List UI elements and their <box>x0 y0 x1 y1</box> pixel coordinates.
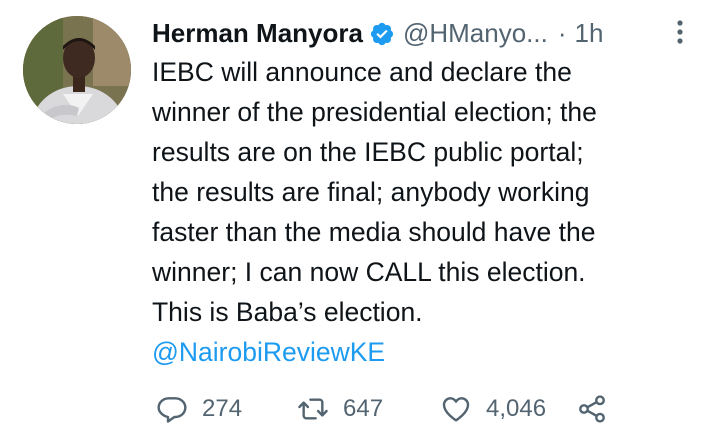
tweet-card[interactable]: Herman Manyora @HManyo... · 1h IEBC will… <box>0 0 720 436</box>
more-vertical-icon[interactable] <box>671 19 689 45</box>
tweet-text-line: results are on the IEBC public portal; <box>152 137 584 167</box>
like-count: 4,046 <box>486 395 547 422</box>
author-handle[interactable]: @HManyo... <box>403 15 548 51</box>
tweet-text: IEBC will announce and declare the winne… <box>152 52 712 372</box>
like-button[interactable]: 4,046 <box>440 390 546 428</box>
heart-icon <box>442 397 470 422</box>
tweet-text-line: the results are final; anybody working <box>152 177 590 207</box>
reply-button[interactable]: 274 <box>156 390 242 428</box>
reply-count: 274 <box>202 395 243 422</box>
share-button[interactable] <box>576 390 608 428</box>
tweet-text-line: winner of the presidential election; the <box>152 97 597 127</box>
retweet-icon <box>298 398 328 420</box>
verified-badge-icon <box>369 20 395 46</box>
tweet-header: Herman Manyora @HManyo... · 1h <box>152 15 672 51</box>
retweet-count: 647 <box>343 395 384 422</box>
mention-link[interactable]: @NairobiReviewKE <box>152 332 712 372</box>
avatar[interactable] <box>23 16 131 124</box>
retweet-button[interactable]: 647 <box>297 390 383 428</box>
reply-icon <box>157 397 187 423</box>
tweet-text-line: faster than the media should have the <box>152 217 596 247</box>
tweet-text-line: winner; I can now CALL this election. <box>152 257 586 287</box>
avatar-image <box>23 16 131 124</box>
tweet-actions: 274 647 4,046 <box>152 390 622 428</box>
tweet-timestamp[interactable]: 1h <box>575 15 604 51</box>
tweet-text-line: This is Baba’s election. <box>152 297 423 327</box>
author-display-name[interactable]: Herman Manyora <box>152 15 363 51</box>
tweet-text-line: IEBC will announce and declare the <box>152 57 572 87</box>
share-icon <box>579 395 605 423</box>
header-separator: · <box>557 18 567 48</box>
